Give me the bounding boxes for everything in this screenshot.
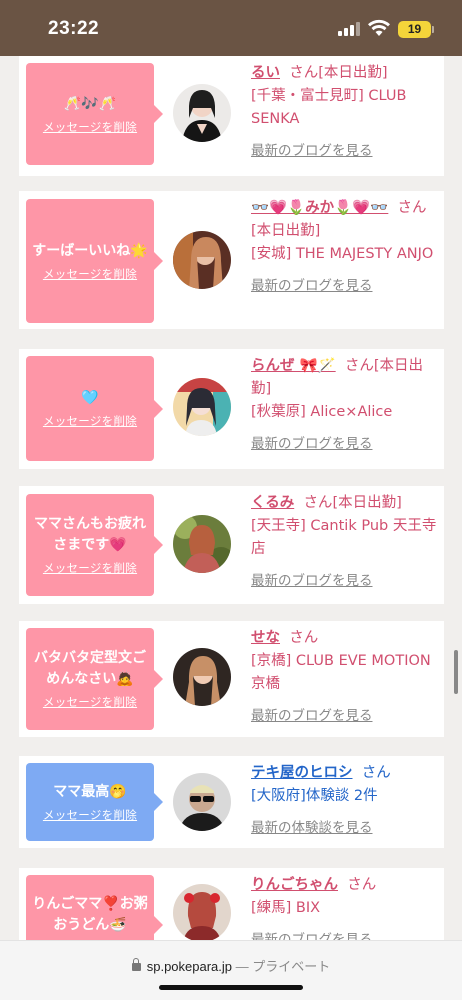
shop-link[interactable]: [大阪府]体験談 2件: [251, 785, 441, 808]
profile-name-link[interactable]: るい: [251, 65, 280, 81]
list-item: ママ最高🤭 メッセージを削除 テキ屋のヒロシ さん [大阪府]体験談 2件 最新…: [19, 756, 444, 848]
message-bubble: ママさんもお疲れさまです💗 メッセージを削除: [26, 494, 163, 596]
honorific: さん: [344, 358, 374, 374]
profile-info: せな さん [京橋] CLUB EVE MOTION 京橋 最新のブログを見る: [251, 627, 441, 724]
profile-info: らんぜ 🎀🪄 さん[本日出勤] [秋葉原] Alice×Alice 最新のブログ…: [251, 355, 441, 452]
message-bubble: りんごママ❣️お粥おうどん🍜 メッセージを削除: [26, 875, 163, 940]
profile-name-link[interactable]: らんぜ 🎀🪄: [251, 358, 336, 374]
delete-message-link[interactable]: メッセージを削除: [43, 807, 137, 823]
latest-blog-link[interactable]: 最新のブログを見る: [251, 569, 441, 589]
url-display[interactable]: sp.pokepara.jp — プライベート: [0, 956, 462, 975]
wifi-icon: [368, 19, 390, 36]
latest-review-link[interactable]: 最新の体験談を見る: [251, 816, 441, 836]
message-bubble: ママ最高🤭 メッセージを削除: [26, 763, 163, 841]
avatar[interactable]: [173, 515, 231, 573]
list-item: 🩵 メッセージを削除 らんぜ 🎀🪄 さん[本日出勤] [秋葉原] Alice×A…: [19, 349, 444, 469]
avatar[interactable]: [173, 84, 231, 142]
honorific: さん: [289, 630, 319, 646]
profile-info: るい さん[本日出勤] [千葉・富士見町] CLUB SENKA 最新のブログを…: [251, 62, 441, 159]
profile-info: テキ屋のヒロシ さん [大阪府]体験談 2件 最新の体験談を見る: [251, 762, 441, 836]
honorific: さん: [397, 200, 427, 216]
message-text: バタバタ定型文ごめんなさい🙇: [34, 650, 146, 687]
message-text: 🥂🎶🥂: [63, 95, 117, 112]
profile-info: 👓💗🌷みか🌷💗👓 さん[本日出勤] [安城] THE MAJESTY ANJO …: [251, 197, 441, 294]
private-label: — プライベート: [235, 959, 331, 974]
home-indicator[interactable]: [159, 985, 303, 990]
profile-name-link[interactable]: 👓💗🌷みか🌷💗👓: [251, 200, 388, 216]
list-item: すーばーいいね🌟 メッセージを削除 👓💗🌷みか🌷💗👓 さん [本日出勤] [安城]…: [19, 191, 444, 329]
message-text: ママ最高🤭: [53, 783, 127, 800]
delete-message-link[interactable]: メッセージを削除: [43, 560, 137, 576]
message-text: 🩵: [81, 390, 99, 406]
avatar[interactable]: [173, 884, 231, 940]
status-text: [本日出勤]: [318, 65, 388, 81]
profile-name-link[interactable]: くるみ: [251, 495, 294, 511]
profile-info: くるみ さん[本日出勤] [天王寺] Cantik Pub 天王寺店 最新のブロ…: [251, 492, 441, 589]
scrollbar[interactable]: [454, 650, 458, 694]
list-item: バタバタ定型文ごめんなさい🙇 メッセージを削除 せな さん [京橋] CLUB …: [19, 621, 444, 737]
shop-link[interactable]: [安城] THE MAJESTY ANJO: [251, 243, 441, 266]
delete-message-link[interactable]: メッセージを削除: [43, 413, 137, 429]
shop-link[interactable]: [秋葉原] Alice×Alice: [251, 401, 441, 424]
message-bubble: すーばーいいね🌟 メッセージを削除: [26, 199, 163, 323]
list-item: 🥂🎶🥂 メッセージを削除 るい さん[本日出勤] [千葉・富士見町] CLUB …: [19, 56, 444, 176]
message-text: すーばーいいね🌟: [32, 242, 148, 259]
latest-blog-link[interactable]: 最新のブログを見る: [251, 704, 441, 724]
message-bubble: バタバタ定型文ごめんなさい🙇 メッセージを削除: [26, 628, 163, 730]
honorific: さん: [347, 877, 377, 893]
latest-blog-link[interactable]: 最新のブログを見る: [251, 274, 441, 294]
message-bubble: 🩵 メッセージを削除: [26, 356, 163, 461]
latest-blog-link[interactable]: 最新のブログを見る: [251, 928, 441, 940]
battery-tip: [432, 26, 434, 33]
browser-url-bar[interactable]: sp.pokepara.jp — プライベート: [0, 940, 462, 1000]
status-text: [本日出勤]: [332, 495, 402, 511]
avatar[interactable]: [173, 773, 231, 831]
message-bubble: 🥂🎶🥂 メッセージを削除: [26, 63, 163, 165]
honorific: さん: [361, 765, 391, 781]
profile-name-link[interactable]: テキ屋のヒロシ: [251, 765, 353, 781]
latest-blog-link[interactable]: 最新のブログを見る: [251, 139, 441, 159]
profile-info: りんごちゃん さん [練馬] BIX 最新のブログを見る: [251, 874, 441, 940]
avatar[interactable]: [173, 231, 231, 289]
url-domain: sp.pokepara.jp: [146, 959, 233, 974]
shop-link[interactable]: [天王寺] Cantik Pub 天王寺店: [251, 515, 441, 561]
message-text: ママさんもお疲れさまです💗: [34, 516, 146, 553]
profile-name-link[interactable]: せな: [251, 630, 280, 646]
shop-link[interactable]: [練馬] BIX: [251, 897, 441, 920]
delete-message-link[interactable]: メッセージを削除: [43, 266, 137, 282]
delete-message-link[interactable]: メッセージを削除: [43, 119, 137, 135]
list-item: りんごママ❣️お粥おうどん🍜 メッセージを削除 りんごちゃん さん [練馬] B…: [19, 868, 444, 940]
honorific: さん: [303, 495, 333, 511]
profile-name-link[interactable]: りんごちゃん: [251, 877, 338, 893]
battery-icon: 19: [398, 21, 431, 38]
delete-message-link[interactable]: メッセージを削除: [43, 694, 137, 710]
status-bar: 23:22 19: [0, 0, 462, 56]
message-text: りんごママ❣️お粥おうどん🍜: [32, 896, 148, 933]
lock-icon: [131, 958, 141, 971]
clock: 23:22: [48, 18, 100, 39]
status-text: [本日出勤]: [251, 223, 321, 239]
latest-blog-link[interactable]: 最新のブログを見る: [251, 432, 441, 452]
avatar[interactable]: [173, 378, 231, 436]
shop-link[interactable]: [千葉・富士見町] CLUB SENKA: [251, 85, 441, 131]
avatar[interactable]: [173, 648, 231, 706]
cellular-signal-icon: [338, 22, 360, 36]
message-list: 🥂🎶🥂 メッセージを削除 るい さん[本日出勤] [千葉・富士見町] CLUB …: [0, 56, 462, 940]
shop-link[interactable]: [京橋] CLUB EVE MOTION 京橋: [251, 650, 441, 696]
honorific: さん: [289, 65, 319, 81]
list-item: ママさんもお疲れさまです💗 メッセージを削除 くるみ さん[本日出勤] [天王寺…: [19, 486, 444, 604]
